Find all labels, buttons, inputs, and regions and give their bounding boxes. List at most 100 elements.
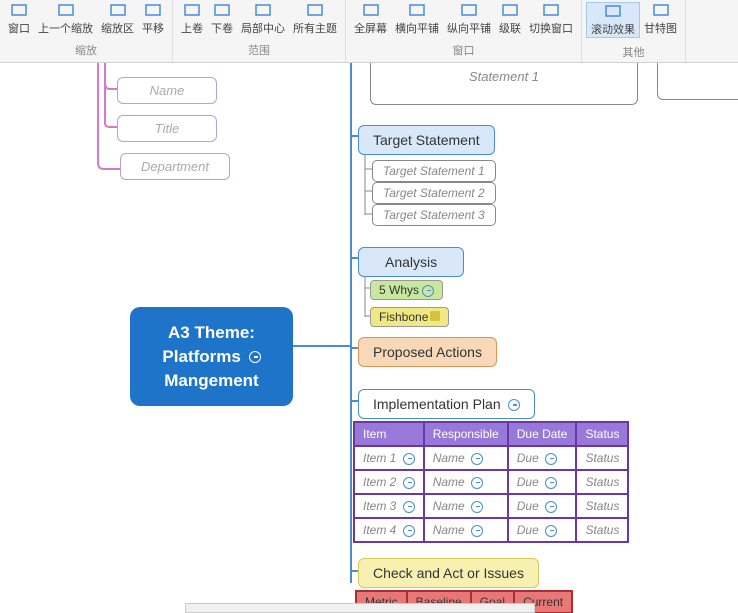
ribbon-zoom[interactable]: 窗口 [4, 2, 34, 36]
ribbon-item-label: 横向平铺 [395, 20, 439, 36]
ribbon-roll-down[interactable]: 下卷 [207, 2, 237, 36]
ribbon-group-label: 范围 [248, 42, 270, 58]
all-topics-icon [304, 2, 326, 18]
ribbon-group-label: 其他 [623, 44, 645, 60]
ribbon-item-label: 上卷 [181, 20, 203, 36]
implementation-plan-node[interactable]: Implementation Plan [358, 389, 535, 419]
table-row[interactable]: Item 1 Name Due Status [354, 446, 628, 470]
table-cell: Status [576, 518, 628, 542]
analysis-node[interactable]: Analysis [358, 247, 464, 277]
clock-icon [545, 525, 557, 537]
clock-icon [471, 525, 483, 537]
ribbon-group: 滚动效果甘特图其他 [582, 0, 686, 62]
central-topic[interactable]: A3 Theme: Platforms Mangement [130, 307, 293, 406]
mindmap-canvas[interactable]: Name Title Department Statement 1 A3 The… [0, 63, 738, 613]
fullscreen-icon [360, 2, 382, 18]
ribbon-cascade[interactable]: 级联 [495, 2, 525, 36]
roll-down-icon [211, 2, 233, 18]
ribbon-group: 全屏幕横向平铺纵向平铺级联切换窗口窗口 [346, 0, 582, 62]
ribbon-item-label: 甘特图 [644, 20, 677, 36]
clock-icon [471, 477, 483, 489]
table-row[interactable]: Item 3 Name Due Status [354, 494, 628, 518]
ribbon-group: 上卷下卷局部中心所有主题范围 [173, 0, 346, 62]
target-statement-node[interactable]: Target Statement [358, 125, 495, 155]
check-act-node[interactable]: Check and Act or Issues [358, 558, 539, 588]
clock-icon [403, 501, 415, 513]
statement-box-2[interactable] [657, 63, 738, 100]
ribbon-item-label: 全屏幕 [354, 20, 387, 36]
ribbon-item-label: 纵向平铺 [447, 20, 491, 36]
target-child-1[interactable]: Target Statement 1 [372, 160, 496, 182]
ribbon-item-label: 窗口 [8, 20, 30, 36]
table-cell: Due [508, 518, 577, 542]
ribbon-center[interactable]: 局部中心 [237, 2, 289, 36]
table-cell: Item 3 [354, 494, 424, 518]
clock-icon [403, 477, 415, 489]
clock-icon [545, 477, 557, 489]
center-icon [252, 2, 274, 18]
table-cell: Status [576, 470, 628, 494]
ribbon-item-label: 平移 [142, 20, 164, 36]
gantt-icon [650, 2, 672, 18]
proposed-actions-node[interactable]: Proposed Actions [358, 337, 497, 367]
tile-h-icon [406, 2, 428, 18]
th-status: Status [576, 422, 628, 446]
ribbon-item-label: 滚动效果 [591, 21, 635, 37]
th-item: Item [354, 422, 424, 446]
clock-icon [545, 501, 557, 513]
ribbon-all-topics[interactable]: 所有主题 [289, 2, 341, 36]
ribbon-switch[interactable]: 切换窗口 [525, 2, 577, 36]
clock-icon [508, 399, 520, 411]
clock-icon [249, 351, 261, 363]
table-cell: Name [424, 494, 508, 518]
ribbon-zoom-prev[interactable]: 上一个缩放 [34, 2, 97, 36]
ribbon-item-label: 切换窗口 [529, 20, 573, 36]
table-row[interactable]: Item 2 Name Due Status [354, 470, 628, 494]
analysis-fishbone[interactable]: Fishbone [370, 307, 449, 327]
analysis-5whys[interactable]: 5 Whys [370, 280, 443, 300]
central-line3: Mangement [164, 371, 258, 390]
ribbon-group: 窗口上一个缩放缩放区平移缩放 [0, 0, 173, 62]
table-cell: Name [424, 446, 508, 470]
ribbon-group-label: 缩放 [75, 42, 97, 58]
table-cell: Due [508, 494, 577, 518]
ribbon-roll-up[interactable]: 上卷 [177, 2, 207, 36]
switch-icon [540, 2, 562, 18]
table-row[interactable]: Item 4 Name Due Status [354, 518, 628, 542]
pin-icon [430, 311, 440, 321]
implementation-table[interactable]: Item Responsible Due Date Status Item 1 … [353, 421, 629, 543]
ribbon-item-label: 缩放区 [101, 20, 134, 36]
ribbon-toolbar: 窗口上一个缩放缩放区平移缩放上卷下卷局部中心所有主题范围全屏幕横向平铺纵向平铺级… [0, 0, 738, 63]
clock-icon [403, 525, 415, 537]
ribbon-gantt[interactable]: 甘特图 [640, 2, 681, 38]
clock-icon [471, 501, 483, 513]
table-cell: Status [576, 494, 628, 518]
ribbon-item-label: 上一个缩放 [38, 20, 93, 36]
ribbon-item-label: 所有主题 [293, 20, 337, 36]
node-department[interactable]: Department [120, 153, 230, 180]
zoom-area-icon [107, 2, 129, 18]
node-name[interactable]: Name [117, 77, 217, 104]
ribbon-pan[interactable]: 平移 [138, 2, 168, 36]
target-child-3[interactable]: Target Statement 3 [372, 204, 496, 226]
table-cell: Item 4 [354, 518, 424, 542]
th-responsible: Responsible [424, 422, 508, 446]
target-child-2[interactable]: Target Statement 2 [372, 182, 496, 204]
table-cell: Item 1 [354, 446, 424, 470]
ribbon-group-label: 窗口 [453, 42, 475, 58]
ribbon-item-label: 级联 [499, 20, 521, 36]
ribbon-tile-v[interactable]: 纵向平铺 [443, 2, 495, 36]
node-title[interactable]: Title [117, 115, 217, 142]
ribbon-item-label: 下卷 [211, 20, 233, 36]
statement-box[interactable]: Statement 1 [370, 63, 638, 105]
roll-up-icon [181, 2, 203, 18]
zoom-prev-icon [55, 2, 77, 18]
horizontal-scrollbar[interactable] [185, 603, 535, 613]
clock-icon [471, 453, 483, 465]
ribbon-scroll-fx[interactable]: 滚动效果 [586, 2, 640, 38]
ribbon-fullscreen[interactable]: 全屏幕 [350, 2, 391, 36]
ribbon-tile-h[interactable]: 横向平铺 [391, 2, 443, 36]
ribbon-zoom-area[interactable]: 缩放区 [97, 2, 138, 36]
ribbon-item-label: 局部中心 [241, 20, 285, 36]
central-line1: A3 Theme: [168, 323, 255, 342]
